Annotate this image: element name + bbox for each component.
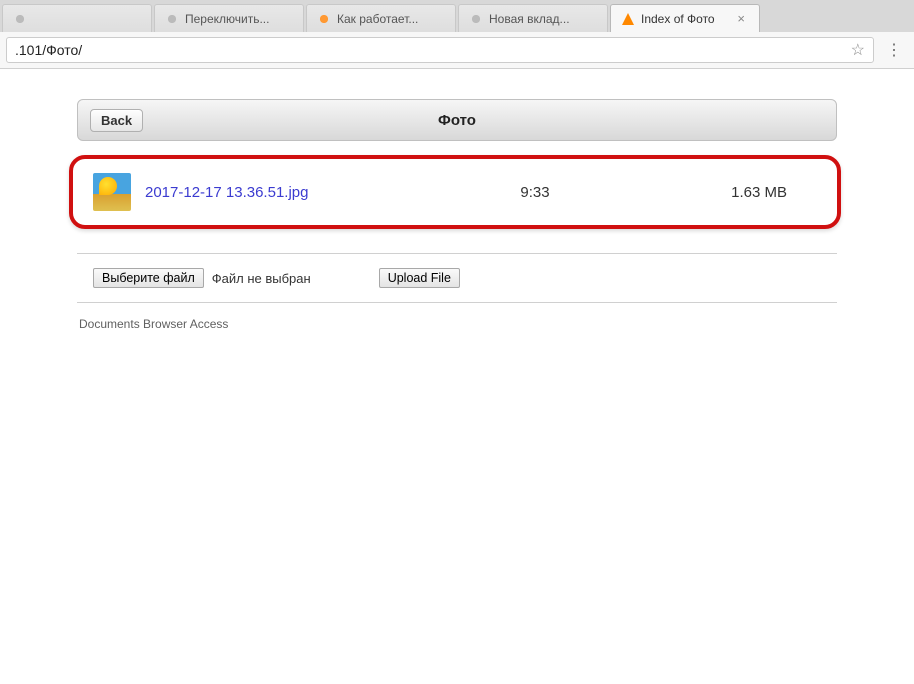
page-title: Фото [78,112,836,129]
browser-chrome: Переключить... Как работает... Новая вкл… [0,0,914,69]
tab-4-active[interactable]: Index of Фото × [610,4,760,32]
tab-title: Переключить... [185,12,269,26]
divider [77,253,837,254]
tab-title: Новая вклад... [489,12,570,26]
file-size: 1.63 MB [625,184,817,201]
choose-file-button[interactable]: Выберите файл [93,268,204,288]
favicon-icon [469,12,483,26]
file-row[interactable]: 2017-12-17 13.36.51.jpg 9:33 1.63 MB [75,161,835,223]
no-file-chosen-text: Файл не выбран [212,271,311,286]
upload-file-button[interactable]: Upload File [379,268,460,288]
bookmark-star-icon[interactable]: ☆ [851,40,865,60]
tab-2[interactable]: Как работает... [306,4,456,32]
thumbnail-icon [93,173,131,211]
tab-title: Index of Фото [641,12,715,26]
divider [77,302,837,303]
upload-row: Выберите файл Файл не выбран Upload File [77,262,837,294]
file-name-link[interactable]: 2017-12-17 13.36.51.jpg [145,184,445,201]
file-time: 9:33 [445,184,625,201]
tab-1[interactable]: Переключить... [154,4,304,32]
url-text: .101/Фото/ [15,42,82,58]
page-content: Back Фото 2017-12-17 13.36.51.jpg 9:33 1… [0,69,914,331]
favicon-icon [317,12,331,26]
tab-3[interactable]: Новая вклад... [458,4,608,32]
footer-text: Documents Browser Access [77,307,837,331]
header-bar: Back Фото [77,99,837,141]
highlighted-file-row: 2017-12-17 13.36.51.jpg 9:33 1.63 MB [69,155,841,229]
menu-icon[interactable]: ⋮ [880,40,908,60]
close-icon[interactable]: × [737,11,745,26]
favicon-icon [13,12,27,26]
address-bar[interactable]: .101/Фото/ ☆ [6,37,874,63]
tab-strip: Переключить... Как работает... Новая вкл… [0,0,914,32]
favicon-icon [165,12,179,26]
panel: Back Фото 2017-12-17 13.36.51.jpg 9:33 1… [77,99,837,331]
tab-0[interactable] [2,4,152,32]
vlc-icon [621,12,635,26]
back-button[interactable]: Back [90,109,143,132]
tab-title: Как работает... [337,12,418,26]
address-row: .101/Фото/ ☆ ⋮ [0,32,914,68]
